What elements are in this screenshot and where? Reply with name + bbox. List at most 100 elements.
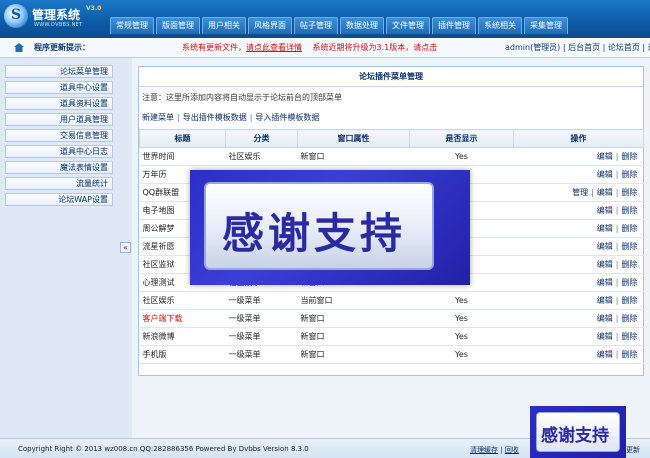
tab-collect[interactable]: 采集管理 [524, 17, 568, 34]
top-header: 管理系统 V3.0 WWW.DVBBS.NET 常规管理 版面管理 用户相关 风… [0, 0, 650, 38]
edit-link[interactable]: 编辑 [597, 242, 613, 251]
delete-link[interactable]: 删除 [622, 152, 638, 161]
panel-notice: 注意：这里所添加内容将自动显示于论坛前台的顶部菜单 [142, 93, 342, 102]
sidebar-item-traffic[interactable]: 流量统计 [5, 177, 113, 190]
col-header-actions: 操作 [513, 129, 644, 148]
cell-actions: 编辑 | 删除 [513, 147, 644, 166]
cell-category: 一级菜单 [225, 345, 298, 364]
delete-link[interactable]: 删除 [622, 188, 638, 197]
cell-category: 一级菜单 [225, 291, 298, 310]
footer-update-link[interactable]: 更新 [626, 445, 640, 455]
cell-actions: 编辑 | 删除 [513, 309, 644, 328]
cell-window: 当前窗口 [297, 291, 410, 310]
edit-link[interactable]: 编辑 [597, 152, 613, 161]
table-row: 客户端下载 一级菜单 新窗口 Yes 编辑 | 删除 [139, 309, 644, 328]
col-header-category: 分类 [225, 129, 298, 148]
sidebar-item-props-center[interactable]: 道具中心设置 [5, 81, 113, 94]
cell-visible: Yes [409, 291, 514, 310]
top-navigation: 常规管理 版面管理 用户相关 风格界面 帖子管理 数据处理 文件管理 插件管理 … [110, 17, 568, 34]
panel-actions: 新建菜单 | 导出插件模板数据 | 导入插件模板数据 [142, 113, 320, 122]
table-row: 新浪微博 一级菜单 新窗口 Yes 编辑 | 删除 [139, 327, 644, 346]
edit-link[interactable]: 编辑 [597, 260, 613, 269]
cell-category: 社区娱乐 [225, 147, 298, 166]
delete-link[interactable]: 删除 [622, 206, 638, 215]
col-header-title: 标题 [139, 129, 226, 148]
cell-visible: Yes [409, 309, 514, 328]
logo[interactable]: 管理系统 V3.0 WWW.DVBBS.NET [4, 4, 104, 34]
edit-link[interactable]: 编辑 [597, 332, 613, 341]
edit-link[interactable]: 编辑 [597, 206, 613, 215]
footer-copyright: Copyright Right © 2013 wz008.cn QQ:28288… [18, 445, 309, 453]
edit-link[interactable]: 编辑 [597, 350, 613, 359]
new-menu-link[interactable]: 新建菜单 [142, 113, 174, 122]
edit-link[interactable]: 编辑 [597, 296, 613, 305]
promo-overlay-small[interactable]: 感谢支持 [530, 406, 626, 458]
tab-system[interactable]: 系统相关 [478, 17, 522, 34]
clear-cache-link[interactable]: 清理缓存 [470, 446, 498, 454]
delete-link[interactable]: 删除 [622, 350, 638, 359]
logo-icon [4, 4, 28, 28]
sidebar-item-props-log[interactable]: 道具中心日志 [5, 145, 113, 158]
cell-title: 新浪微博 [139, 327, 226, 346]
tab-plugins[interactable]: 插件管理 [432, 17, 476, 34]
collapse-sidebar-button[interactable]: « [120, 242, 131, 253]
export-template-link[interactable]: 导出插件模板数据 [183, 113, 247, 122]
edit-link[interactable]: 编辑 [597, 188, 613, 197]
update-alert-text: 系统有更新文件， [182, 43, 246, 52]
cell-actions: 编辑 | 删除 [513, 273, 644, 292]
admin-links[interactable]: admin(管理员) | 后台首页 | 论坛首页 | 退 [505, 42, 650, 53]
tab-files[interactable]: 文件管理 [386, 17, 430, 34]
sidebar-item-props-data[interactable]: 道具资料设置 [5, 97, 113, 110]
edit-link[interactable]: 编辑 [597, 278, 613, 287]
delete-link[interactable]: 删除 [622, 170, 638, 179]
cell-actions: 管理 | 编辑 | 删除 [513, 183, 644, 202]
sidebar-item-user-props[interactable]: 用户道具管理 [5, 113, 113, 126]
import-template-link[interactable]: 导入插件模板数据 [255, 113, 319, 122]
cell-visible: Yes [409, 345, 514, 364]
cell-actions: 编辑 | 删除 [513, 201, 644, 220]
sidebar-item-magic-emoji[interactable]: 魔法表情设置 [5, 161, 113, 174]
table-row: 社区娱乐 一级菜单 当前窗口 Yes 编辑 | 删除 [139, 291, 644, 310]
promo-text-small: 感谢支持 [541, 426, 609, 446]
delete-link[interactable]: 删除 [622, 224, 638, 233]
tab-boards[interactable]: 版面管理 [156, 17, 200, 34]
cell-category: 一级菜单 [225, 309, 298, 328]
sidebar-item-menu-manage[interactable]: 论坛菜单管理 [5, 65, 113, 78]
cell-window: 新窗口 [297, 309, 410, 328]
recycle-link[interactable]: 回收 [505, 446, 519, 454]
cell-title: 手机版 [139, 345, 226, 364]
promo-card-small: 感谢支持 [536, 412, 620, 452]
update-notice-bar: 程序更新提示： 系统有更新文件，请点此查看详情 系统近期将升级为3.1版本，请点… [0, 38, 650, 58]
edit-link[interactable]: 编辑 [597, 224, 613, 233]
delete-link[interactable]: 删除 [622, 260, 638, 269]
tab-data[interactable]: 数据处理 [340, 17, 384, 34]
delete-link[interactable]: 删除 [622, 332, 638, 341]
tab-general[interactable]: 常规管理 [110, 17, 154, 34]
cell-window: 新窗口 [297, 345, 410, 364]
edit-link[interactable]: 编辑 [597, 314, 613, 323]
update-tip-label: 程序更新提示： [34, 43, 90, 52]
delete-link[interactable]: 删除 [622, 242, 638, 251]
tab-styles[interactable]: 风格界面 [248, 17, 292, 34]
tab-posts[interactable]: 帖子管理 [294, 17, 338, 34]
table-row: 世界时间 社区娱乐 新窗口 Yes 编辑 | 删除 [139, 147, 644, 166]
cell-visible: Yes [409, 147, 514, 166]
delete-link[interactable]: 删除 [622, 314, 638, 323]
delete-link[interactable]: 删除 [622, 296, 638, 305]
sidebar-item-wap[interactable]: 论坛WAP设置 [5, 193, 113, 206]
cell-actions: 编辑 | 删除 [513, 219, 644, 238]
manage-link[interactable]: 管理 [572, 188, 588, 197]
footer-links: 清理缓存 | 回收 [470, 446, 519, 454]
update-alert: 系统有更新文件，请点此查看详情 系统近期将升级为3.1版本，请点击 [182, 42, 437, 53]
edit-link[interactable]: 编辑 [597, 170, 613, 179]
tab-users[interactable]: 用户相关 [202, 17, 246, 34]
promo-overlay-large[interactable]: 感谢支持 [190, 170, 470, 285]
sidebar-item-trade-info[interactable]: 交易信息管理 [5, 129, 113, 142]
cell-actions: 编辑 | 删除 [513, 165, 644, 184]
cell-category: 一级菜单 [225, 327, 298, 346]
delete-link[interactable]: 删除 [622, 278, 638, 287]
cell-actions: 编辑 | 删除 [513, 291, 644, 310]
table-row: 手机版 一级菜单 新窗口 Yes 编辑 | 删除 [139, 345, 644, 364]
update-details-link[interactable]: 请点此查看详情 [246, 43, 302, 52]
cell-title: 社区娱乐 [139, 291, 226, 310]
